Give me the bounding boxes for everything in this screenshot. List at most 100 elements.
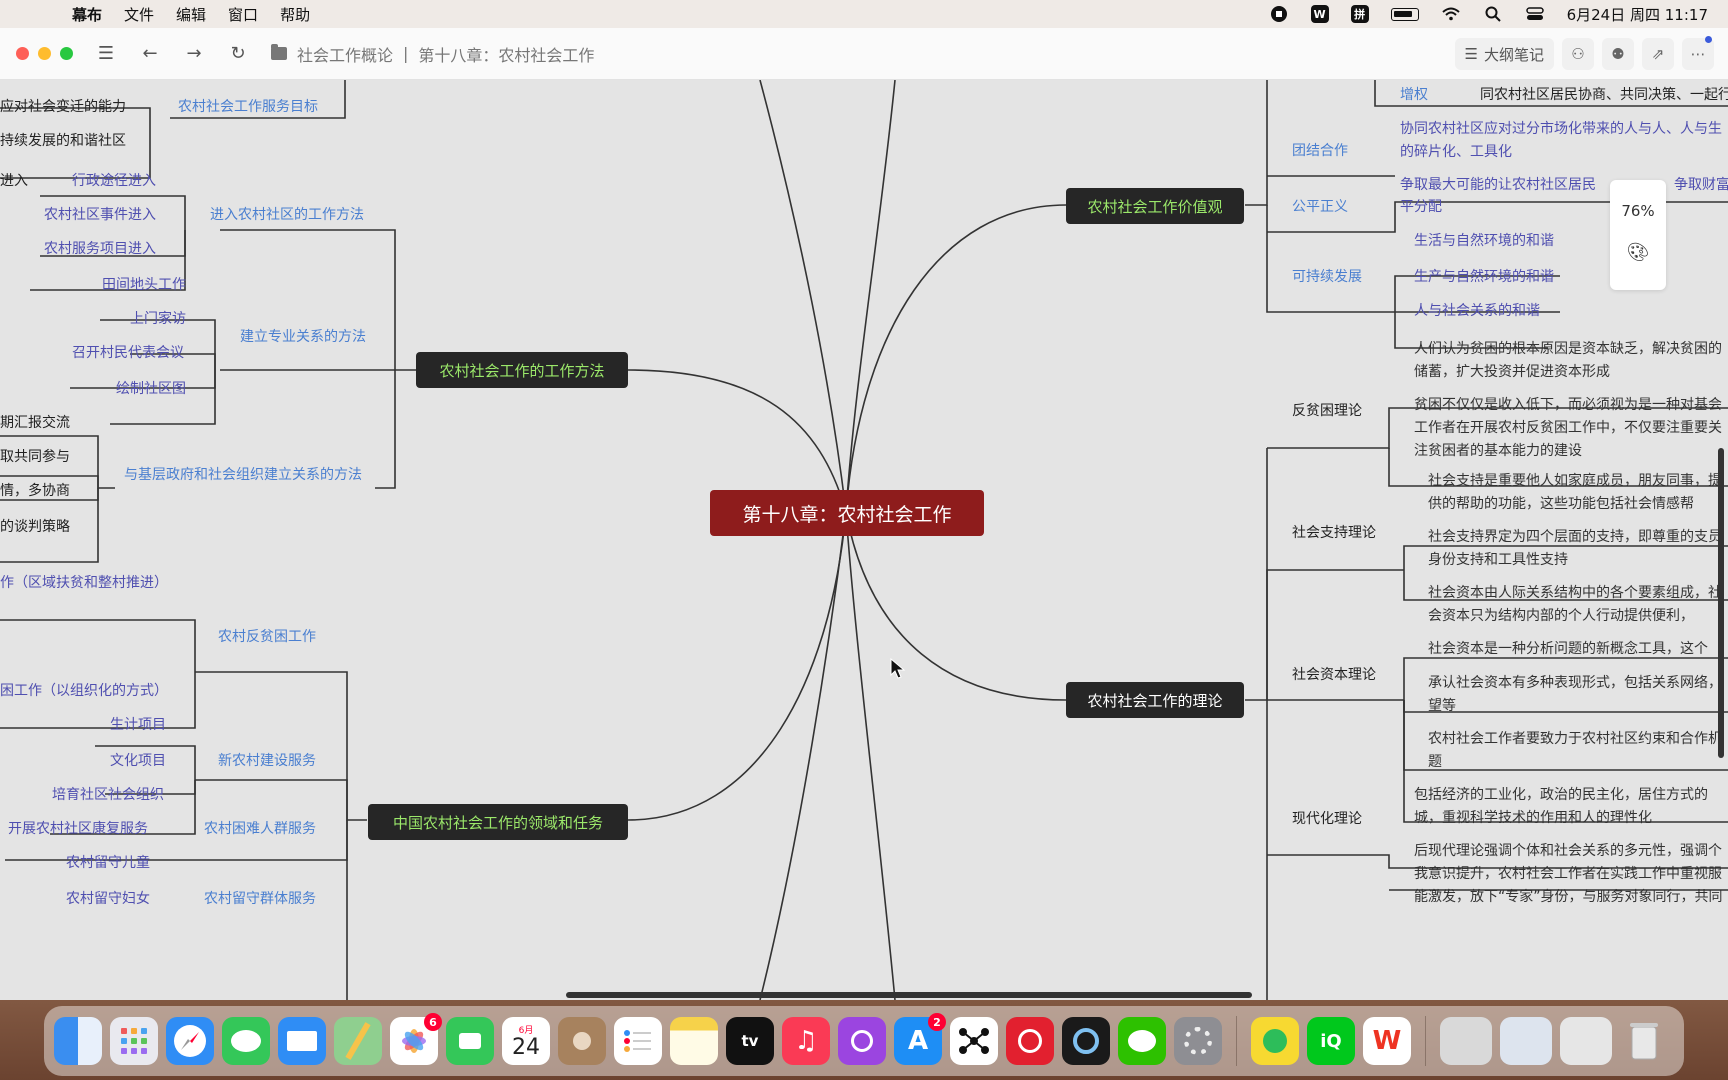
apple-tv-icon[interactable]: tv — [726, 1017, 774, 1065]
stop-record-icon[interactable] — [1269, 5, 1289, 23]
node-livelihood[interactable]: 生计项目 — [110, 714, 166, 734]
menu-icon[interactable]: ☰ — [95, 43, 117, 64]
mail-icon[interactable] — [278, 1017, 326, 1065]
collaborate-button[interactable]: ⚇ — [1562, 38, 1594, 70]
wifi-icon[interactable] — [1441, 5, 1461, 23]
export-button[interactable]: ⇗ — [1642, 38, 1674, 70]
node-draw-map[interactable]: 绘制社区图 — [116, 378, 186, 398]
node-sustain[interactable]: 可持续发展 — [1292, 266, 1362, 286]
node-postmod-desc[interactable]: 后现代理论强调个体和社会关系的多元性，强调个我意识提升，农村社会工作者在实践工作… — [1414, 840, 1728, 909]
safari-icon[interactable] — [166, 1017, 214, 1065]
battery-icon[interactable] — [1390, 7, 1419, 21]
node-goal-frag2[interactable]: 持续发展的和谐社区 — [0, 130, 126, 150]
node-left-children[interactable]: 农村留守儿童 — [66, 852, 150, 872]
node-left-behind[interactable]: 农村留守群体服务 — [204, 888, 316, 908]
node-home-visit[interactable]: 上门家访 — [130, 308, 186, 328]
node-ss-desc2[interactable]: 社会支持界定为四个层面的支持，即尊重的支员身份支持和工具性支持 — [1428, 526, 1728, 572]
close-window-button[interactable] — [16, 47, 29, 60]
node-left-women[interactable]: 农村留守妇女 — [66, 888, 150, 908]
node-relation-method[interactable]: 建立专业关系的方法 — [240, 326, 366, 346]
node-enter-method[interactable]: 进入农村社区的工作方法 — [210, 204, 364, 224]
wechat-icon[interactable] — [1118, 1017, 1166, 1065]
node-modernization[interactable]: 现代化理论 — [1292, 808, 1362, 828]
node-project-entry[interactable]: 农村服务项目进入 — [44, 238, 156, 258]
node-anti-poverty-theory[interactable]: 反贫困理论 — [1292, 400, 1362, 420]
breadcrumb-root[interactable]: 社会工作概论 — [297, 42, 393, 66]
menu-app-name[interactable]: 幕布 — [72, 4, 102, 25]
node-poverty-frag2[interactable]: 困工作（以组织化的方式） — [0, 680, 168, 700]
forward-arrow-icon[interactable]: → — [183, 43, 205, 64]
breadcrumb-current[interactable]: 第十八章：农村社会工作 — [418, 42, 594, 66]
node-social-capital[interactable]: 社会资本理论 — [1292, 664, 1376, 684]
node-ap-desc1[interactable]: 人们认为贫困的根本原因是资本缺乏，解决贫困的储蓄，扩大投资并促进资本形成 — [1414, 338, 1728, 384]
node-villager-meeting[interactable]: 召开村民代表会议 — [72, 342, 184, 362]
node-field-work[interactable]: 田间地头工作 — [102, 274, 186, 294]
recent-window-thumbnail-1[interactable] — [1440, 1017, 1492, 1065]
photos-icon[interactable]: 6 — [390, 1013, 442, 1065]
node-rehab[interactable]: 开展农村社区康复服务 — [8, 818, 148, 838]
podcasts-icon[interactable] — [838, 1017, 886, 1065]
branch-theory[interactable]: 农村社会工作的理论 — [1066, 682, 1244, 718]
node-justice-desc[interactable]: 争取最大可能的让农村社区居民 — [1400, 174, 1596, 194]
vertical-scrollbar[interactable] — [1718, 448, 1724, 758]
recent-window-thumbnail-2[interactable] — [1500, 1017, 1552, 1065]
notes-icon[interactable] — [670, 1017, 718, 1065]
node-culture[interactable]: 文化项目 — [110, 750, 166, 770]
input-method-icon[interactable]: 拼 — [1350, 5, 1369, 23]
node-enter-frag[interactable]: 进入 — [0, 170, 28, 190]
node-sc-desc4[interactable]: 农村社会工作者要致力于农村社区约束和合作机题 — [1428, 728, 1728, 774]
node-poverty-frag1[interactable]: 作（区域扶贫和整村推进） — [0, 572, 168, 592]
theme-palette-icon[interactable]: 🎨︎ — [1627, 242, 1650, 263]
node-empower[interactable]: 增权 — [1400, 84, 1428, 104]
qq-music-icon[interactable] — [1251, 1017, 1299, 1065]
node-mod-desc[interactable]: 包括经济的工业化，政治的民主化，居住方式的城，重视科学技术的作用和人的理性化 — [1414, 784, 1728, 830]
fullscreen-window-button[interactable] — [60, 47, 73, 60]
node-harmony1[interactable]: 生活与自然环境的和谐 — [1414, 230, 1554, 250]
reminders-icon[interactable] — [614, 1017, 662, 1065]
branch-work-methods[interactable]: 农村社会工作的工作方法 — [416, 352, 628, 388]
music-icon[interactable]: ♫ — [782, 1017, 830, 1065]
share-user-button[interactable]: ⚉ — [1602, 38, 1634, 70]
node-event-entry[interactable]: 农村社区事件进入 — [44, 204, 156, 224]
node-sc-desc2[interactable]: 社会资本是一种分析问题的新概念工具，这个 — [1428, 638, 1728, 661]
maps-icon[interactable] — [334, 1017, 382, 1065]
finder-icon[interactable] — [54, 1017, 102, 1065]
node-unity-desc[interactable]: 协同农村社区应对过分市场化带来的人与人、人与生的碎片化、工具化 — [1400, 118, 1728, 164]
system-preferences-icon[interactable] — [1174, 1017, 1222, 1065]
branch-values[interactable]: 农村社会工作价值观 — [1066, 188, 1244, 224]
node-anti-poverty-work[interactable]: 农村反贫困工作 — [218, 626, 316, 646]
mindmap-root-node[interactable]: 第十八章：农村社会工作 — [710, 490, 984, 536]
netease-music-icon[interactable] — [1006, 1017, 1054, 1065]
node-hardship[interactable]: 农村困难人群服务 — [204, 818, 316, 838]
wps-office-icon[interactable]: W — [1363, 1017, 1411, 1065]
node-harmony3[interactable]: 人与社会关系的和谐 — [1414, 300, 1540, 320]
node-admin-entry[interactable]: 行政途径进入 — [72, 170, 156, 190]
node-justice[interactable]: 公平正义 — [1292, 196, 1348, 216]
branch-domains-tasks[interactable]: 中国农村社会工作的领域和任务 — [368, 804, 628, 840]
quicktime-icon[interactable] — [1062, 1017, 1110, 1065]
back-arrow-icon[interactable]: ← — [139, 43, 161, 64]
node-justice-desc2[interactable]: 争取财富 — [1674, 174, 1728, 194]
node-cultivate-org[interactable]: 培育社区社会组织 — [52, 784, 164, 804]
node-joint-frag[interactable]: 取共同参与 — [0, 446, 70, 466]
node-negotiate-frag[interactable]: 的谈判策略 — [0, 516, 70, 536]
spotlight-search-icon[interactable] — [1483, 5, 1503, 23]
zoom-level[interactable]: 76% — [1621, 202, 1654, 220]
launchpad-icon[interactable] — [110, 1017, 158, 1065]
menu-help[interactable]: 帮助 — [280, 4, 310, 25]
calendar-icon[interactable]: 6月 24 — [502, 1017, 550, 1065]
menubar-datetime[interactable]: 6月24日 周四 11:17 — [1567, 4, 1708, 25]
node-report-frag[interactable]: 期汇报交流 — [0, 412, 70, 432]
node-gov-relation[interactable]: 与基层政府和社会组织建立关系的方法 — [124, 464, 362, 484]
app-store-icon[interactable]: A2 — [894, 1013, 946, 1065]
trash-icon[interactable] — [1620, 1017, 1668, 1065]
messages-icon[interactable] — [222, 1017, 270, 1065]
more-button[interactable]: ⋯ — [1682, 36, 1714, 70]
node-service-goal[interactable]: 农村社会工作服务目标 — [178, 96, 318, 116]
wps-status-icon[interactable]: W — [1310, 5, 1329, 23]
contacts-icon[interactable] — [558, 1017, 606, 1065]
menu-window[interactable]: 窗口 — [228, 4, 258, 25]
node-unity[interactable]: 团结合作 — [1292, 140, 1348, 160]
minimize-window-button[interactable] — [38, 47, 51, 60]
mindnode-icon[interactable] — [950, 1017, 998, 1065]
